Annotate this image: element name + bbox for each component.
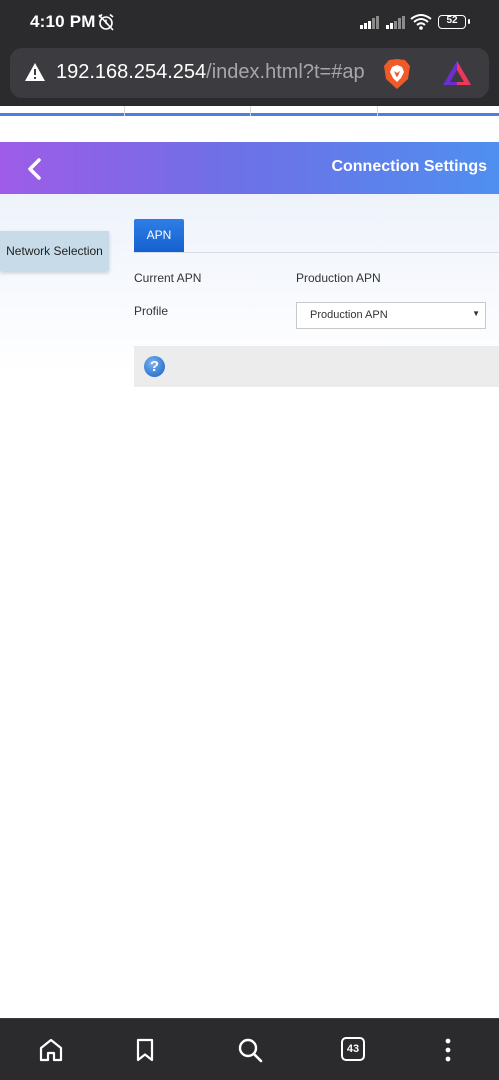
back-arrow-icon[interactable] (18, 152, 52, 186)
url-text[interactable]: 192.168.254.254/index.html?t=#ap (56, 61, 376, 84)
browser-bottom-bar: 43 (0, 1018, 499, 1080)
help-bar: ? (134, 346, 499, 387)
current-apn-value: Production APN (296, 271, 381, 285)
alarm-off-icon (98, 13, 114, 31)
url-host: 192.168.254.254 (56, 61, 207, 83)
brave-rewards-icon[interactable] (442, 60, 472, 86)
brave-shields-icon[interactable] (383, 58, 411, 90)
more-menu-icon[interactable] (434, 1036, 462, 1064)
battery-level: 52 (446, 15, 458, 26)
profile-label: Profile (134, 304, 169, 318)
dropdown-arrow-icon: ▼ (472, 309, 480, 318)
url-path: /index.html?t=#ap (206, 61, 365, 83)
signal-icon (360, 16, 379, 29)
wifi-icon (410, 14, 432, 30)
nav-divider (377, 106, 378, 116)
tab-divider (134, 252, 499, 253)
top-nav-strip (0, 106, 499, 116)
status-bar: 4:10 PM 52 (0, 0, 499, 44)
profile-select[interactable]: Production APN ▼ (296, 302, 486, 329)
warning-icon[interactable] (24, 62, 46, 82)
tab-apn[interactable]: APN (134, 219, 184, 252)
page-title: Connection Settings (331, 158, 487, 175)
signal-icon (386, 16, 405, 29)
bookmark-icon[interactable] (131, 1036, 159, 1064)
help-icon[interactable]: ? (144, 356, 165, 377)
home-icon[interactable] (37, 1036, 65, 1064)
sidebar-item-network-selection[interactable]: Network Selection (0, 231, 109, 271)
battery-icon: 52 (438, 15, 470, 29)
status-time: 4:10 PM (30, 12, 96, 31)
tabs-button[interactable]: 43 (341, 1037, 365, 1061)
page-header: Connection Settings (0, 142, 499, 194)
browser-toolbar: 192.168.254.254/index.html?t=#ap (0, 44, 499, 106)
current-apn-label: Current APN (134, 271, 202, 285)
profile-select-value: Production APN (310, 309, 388, 321)
nav-divider (124, 106, 125, 116)
nav-divider (250, 106, 251, 116)
search-icon[interactable] (236, 1036, 264, 1064)
address-bar[interactable]: 192.168.254.254/index.html?t=#ap (10, 48, 489, 98)
